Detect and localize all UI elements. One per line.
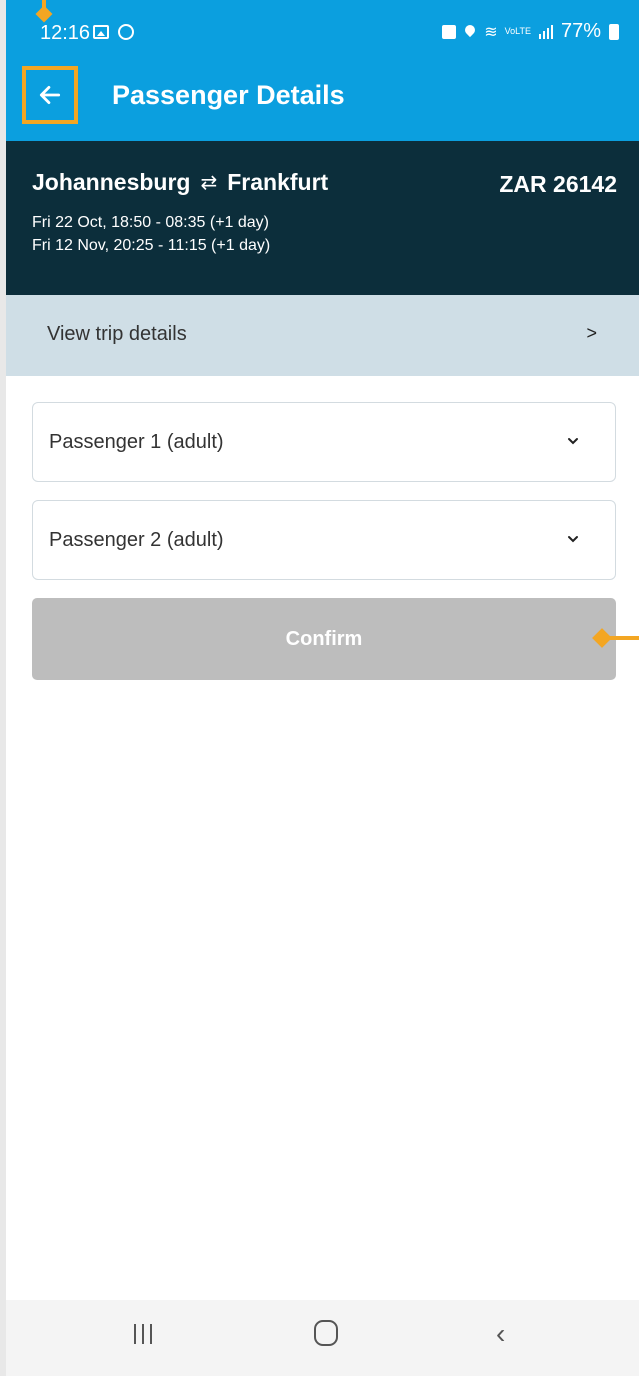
page-title: Passenger Details <box>112 80 345 110</box>
lock-icon <box>442 24 457 39</box>
passenger-2-dropdown[interactable]: Passenger 2 (adult) <box>32 500 616 580</box>
volte-label: VoLTE <box>504 26 531 36</box>
route: Johannesburg ⇄ Frankfurt <box>32 169 328 196</box>
trip-summary: Johannesburg ⇄ Frankfurt ZAR 26142 Fri 2… <box>6 141 639 295</box>
top-bar: 12:16 ≋ VoLTE 77% Passenger Details <box>6 0 639 141</box>
battery-icon <box>609 23 619 40</box>
recent-apps-button[interactable] <box>134 1324 152 1344</box>
signal-icon <box>538 24 553 39</box>
battery-percent: 77% <box>560 20 601 42</box>
destination-city: Frankfurt <box>227 169 329 195</box>
outbound-times: Fri 22 Oct, 18:50 - 08:35 (+1 day) <box>32 214 270 231</box>
trip-price: ZAR 26142 <box>499 171 617 197</box>
confirm-button[interactable]: Confirm <box>32 598 616 680</box>
chevron-down-icon <box>568 536 578 543</box>
passenger-1-label: Passenger 1 (adult) <box>49 431 224 453</box>
view-trip-details-label: View trip details <box>47 323 187 345</box>
gallery-icon <box>93 25 109 39</box>
view-trip-details-row[interactable]: View trip details > <box>6 295 639 376</box>
back-button[interactable] <box>22 66 78 124</box>
passenger-2-label: Passenger 2 (adult) <box>49 529 224 551</box>
phone-screen: 12:16 ≋ VoLTE 77% Passenger Details Joha… <box>6 0 639 1376</box>
location-icon <box>464 25 476 39</box>
sync-icon <box>118 24 134 40</box>
trip-dates: Fri 22 Oct, 18:50 - 08:35 (+1 day) Fri 1… <box>32 211 270 257</box>
app-bar: Passenger Details <box>6 62 639 141</box>
arrow-left-icon <box>39 86 61 104</box>
passenger-1-dropdown[interactable]: Passenger 1 (adult) <box>32 402 616 482</box>
status-bar: 12:16 ≋ VoLTE 77% <box>6 0 639 62</box>
system-nav-bar: ‹ <box>6 1300 639 1376</box>
round-trip-icon: ⇄ <box>200 172 218 194</box>
chevron-right-icon: > <box>586 323 597 343</box>
return-times: Fri 12 Nov, 20:25 - 11:15 (+1 day) <box>32 237 271 254</box>
status-right-icons: ≋ VoLTE 77% <box>442 20 619 43</box>
status-time: 12:16 <box>40 22 91 44</box>
chevron-down-icon <box>568 438 578 445</box>
origin-city: Johannesburg <box>32 169 191 195</box>
wifi-icon: ≋ <box>484 23 497 41</box>
system-back-button[interactable]: ‹ <box>496 1318 505 1350</box>
home-button[interactable] <box>314 1320 338 1346</box>
